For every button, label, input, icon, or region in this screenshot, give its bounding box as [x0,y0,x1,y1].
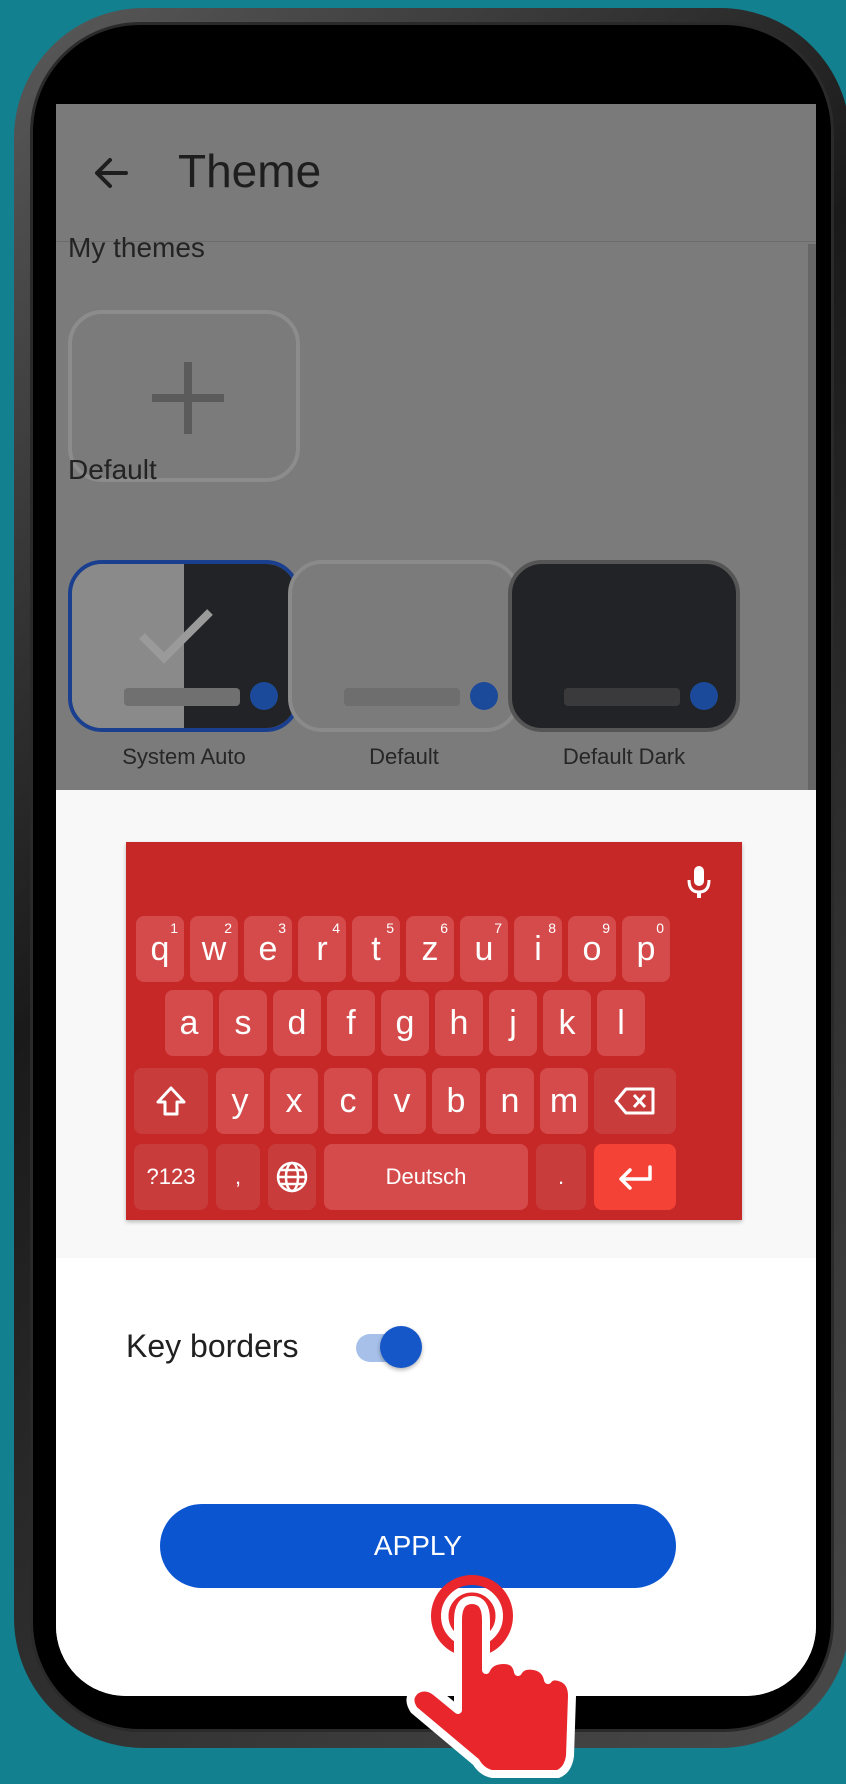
key-borders-label: Key borders [126,1328,299,1364]
key-l: l [597,990,645,1056]
theme-label: Default [369,744,439,769]
key-d: d [273,990,321,1056]
key-n: n [486,1068,534,1134]
page-title: Theme [178,145,322,197]
keyboard-preview: q 1 w 2 e 3 r 4 t 5 z 6 u 7 i 8 o 9 p 0 a s d f g h j k l y x c v b n m ?123… [126,842,742,1220]
key-a: a [165,990,213,1056]
key-g: g [381,990,429,1056]
key-j: j [489,990,537,1056]
key-z: z6 [406,916,454,982]
key-s: s [219,990,267,1056]
key-f: f [327,990,375,1056]
key-b: b [432,1068,480,1134]
app-bar: Theme [56,104,816,242]
key-h: h [435,990,483,1056]
key-t: t5 [352,916,400,982]
microphone-icon [687,866,711,898]
key-w: w2 [190,916,238,982]
backspace-icon [614,1087,655,1115]
key-q: q1 [136,916,184,982]
theme-label: System Auto [122,744,246,769]
key-r: r4 [298,916,346,982]
key-c: c [324,1068,372,1134]
key-o: o9 [568,916,616,982]
key-p: p0 [622,916,670,982]
theme-tile-default-dark[interactable] [508,560,740,732]
keyboard-preview-area: q 1 w 2 e 3 r 4 t 5 z 6 u 7 i 8 o 9 p 0 a s d f g h j k l y x c v b n m ?123… [56,790,816,1258]
back-arrow-icon[interactable] [86,148,136,198]
enter-icon [619,1165,652,1190]
shift-key [134,1068,208,1134]
key-y: y [216,1068,264,1134]
theme-tile-default[interactable] [288,560,520,732]
space-key: Deutsch [324,1144,528,1210]
key-k: k [543,990,591,1056]
tap-hand-icon [406,1575,576,1778]
key-i: i8 [514,916,562,982]
key-m: m [540,1068,588,1134]
comma-key: , [216,1144,260,1210]
key-e: e3 [244,916,292,982]
symbols-key: ?123 [134,1144,208,1210]
language-key [268,1144,316,1210]
key-u: u7 [460,916,508,982]
phone-screen: Theme My themes Default System Auto Defa… [56,104,816,1696]
key-v: v [378,1068,426,1134]
shift-icon [156,1086,186,1116]
default-section-label: Default [68,454,157,485]
key-borders-toggle[interactable] [356,1326,422,1368]
enter-key [594,1144,676,1210]
theme-picker-area: Theme My themes Default System Auto Defa… [56,104,816,790]
checkmark-icon [139,609,213,664]
key-x: x [270,1068,318,1134]
theme-label: Default Dark [562,744,686,769]
period-key: . [536,1144,586,1210]
my-themes-label: My themes [68,232,205,263]
backspace-key [594,1068,676,1134]
scrollbar[interactable] [808,244,816,790]
theme-tile-system-auto[interactable] [68,560,300,732]
globe-icon [276,1161,308,1193]
